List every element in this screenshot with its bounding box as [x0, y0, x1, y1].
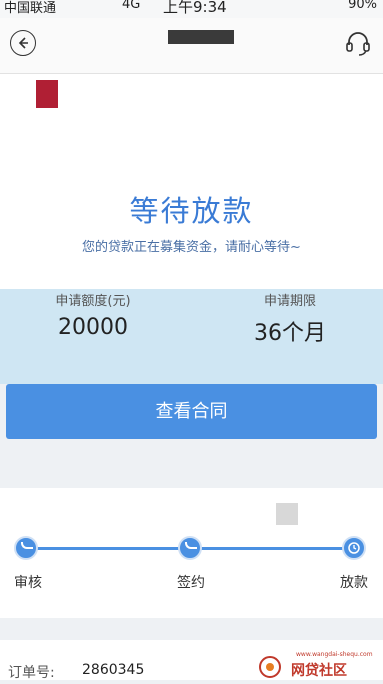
watermark-logo-icon — [259, 656, 281, 678]
step-disburse-label: 放款 — [340, 575, 368, 591]
step-review-label: 审核 — [14, 575, 42, 591]
watermark-text: 网贷社区 — [291, 663, 347, 679]
back-arrow-icon[interactable] — [10, 30, 36, 56]
battery-level: 90% — [348, 0, 377, 12]
step-review-indicator — [14, 536, 38, 560]
headset-icon[interactable] — [343, 28, 373, 58]
blurred-area — [276, 503, 298, 525]
amount-value: 20000 — [58, 315, 128, 340]
battery-indicator: 90% — [348, 0, 377, 12]
network-type: 4G — [122, 0, 141, 12]
amount-label: 申请额度(元) — [55, 294, 131, 309]
step-sign-label: 签约 — [177, 575, 205, 591]
term-block: 申请期限 36个月 — [215, 290, 365, 347]
status-subtitle: 您的贷款正在募集资金，请耐心等待~ — [82, 240, 301, 255]
order-number-value: 2860345 — [82, 662, 145, 678]
term-value: 36个月 — [254, 321, 326, 346]
order-number-label: 订单号: — [8, 665, 55, 681]
view-contract-button[interactable]: 查看合同 — [6, 384, 377, 439]
nav-bar — [0, 18, 383, 74]
amount-block: 申请额度(元) 20000 — [18, 290, 168, 340]
carrier-name: 中国联通 — [4, 1, 57, 16]
step-sign-indicator — [178, 536, 202, 560]
page-title: 等待放款 — [129, 194, 254, 228]
watermark-url: www.wangdai-shequ.com — [296, 651, 373, 658]
redacted-title — [168, 30, 234, 44]
term-label: 申请期限 — [263, 294, 316, 309]
brand-logo — [36, 80, 58, 108]
watermark: www.wangdai-shequ.com 网贷社区 — [256, 651, 383, 680]
status-bar: 中国联通 4G 上午9:34 90% — [0, 0, 383, 18]
step-disburse-indicator — [342, 536, 366, 560]
status-time: 上午9:34 — [163, 0, 227, 16]
